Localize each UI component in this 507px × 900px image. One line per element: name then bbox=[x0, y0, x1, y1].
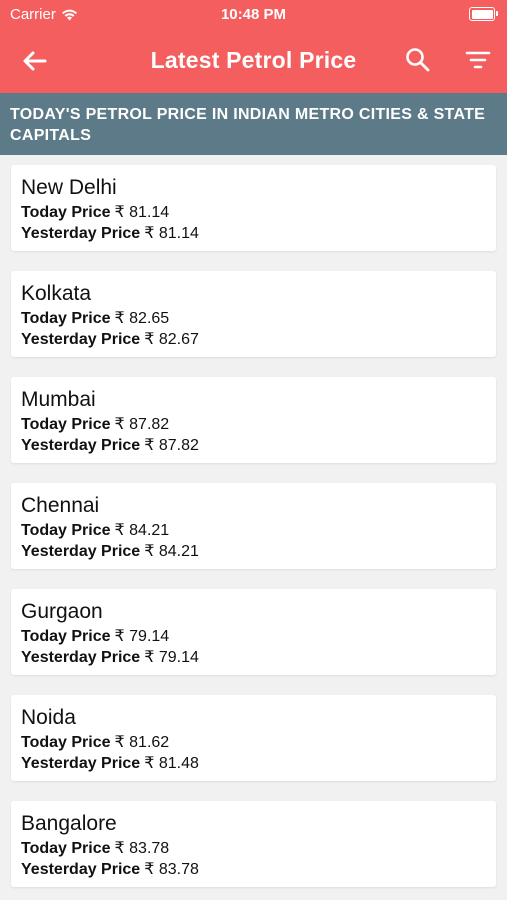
today-price-value: ₹ 79.14 bbox=[114, 628, 170, 645]
city-name: Mumbai bbox=[21, 388, 96, 411]
section-header: TODAY'S PETROL PRICE IN INDIAN METRO CIT… bbox=[0, 93, 507, 155]
status-time: 10:48 PM bbox=[220, 6, 287, 23]
today-price-row: Today Price ₹ 87.82 bbox=[21, 414, 496, 435]
today-price-label: Today Price bbox=[21, 734, 111, 751]
city-card[interactable]: Chennai Today Price ₹ 84.21 Yesterday Pri… bbox=[11, 483, 496, 569]
city-name: Chennai bbox=[21, 494, 100, 517]
today-price-row: Today Price ₹ 79.14 bbox=[21, 626, 496, 647]
yesterday-price-label: Yesterday Price bbox=[21, 437, 141, 454]
today-price-label: Today Price bbox=[21, 310, 111, 327]
city-name: New Delhi bbox=[21, 176, 117, 199]
yesterday-price-value: ₹ 81.48 bbox=[144, 755, 199, 772]
today-price-row: Today Price ₹ 84.21 bbox=[21, 520, 496, 541]
city-card[interactable]: Bangalore Today Price ₹ 83.78 Yesterday P… bbox=[11, 801, 496, 887]
yesterday-price-row: Yesterday Price ₹ 83.78 bbox=[21, 859, 496, 880]
yesterday-price-label: Yesterday Price bbox=[21, 543, 141, 560]
today-price-row: Today Price ₹ 81.14 bbox=[21, 202, 496, 223]
city-name: Noida bbox=[21, 706, 76, 729]
yesterday-price-row: Yesterday Price ₹ 87.82 bbox=[21, 435, 496, 456]
yesterday-price-label: Yesterday Price bbox=[21, 649, 141, 666]
yesterday-price-row: Yesterday Price ₹ 84.21 bbox=[21, 541, 496, 562]
today-price-row: Today Price ₹ 82.65 bbox=[21, 308, 496, 329]
today-price-label: Today Price bbox=[21, 628, 111, 645]
yesterday-price-label: Yesterday Price bbox=[21, 225, 141, 242]
filter-icon bbox=[465, 51, 491, 69]
city-card[interactable]: Gurgaon Today Price ₹ 79.14 Yesterday Pri… bbox=[11, 589, 496, 675]
yesterday-price-label: Yesterday Price bbox=[21, 331, 141, 348]
yesterday-price-value: ₹ 84.21 bbox=[144, 543, 199, 560]
today-price-value: ₹ 84.21 bbox=[114, 522, 170, 539]
yesterday-price-value: ₹ 87.82 bbox=[144, 437, 199, 454]
battery-icon bbox=[469, 7, 498, 21]
city-name: Gurgaon bbox=[21, 600, 103, 623]
today-price-row: Today Price ₹ 83.78 bbox=[21, 838, 496, 859]
city-card[interactable]: Noida Today Price ₹ 81.62 Yesterday Price… bbox=[11, 695, 496, 781]
yesterday-price-value: ₹ 81.14 bbox=[144, 225, 199, 242]
city-card[interactable]: Kolkata Today Price ₹ 82.65 Yesterday Pri… bbox=[11, 271, 496, 357]
yesterday-price-value: ₹ 79.14 bbox=[144, 649, 199, 666]
yesterday-price-row: Yesterday Price ₹ 81.14 bbox=[21, 223, 496, 244]
today-price-value: ₹ 81.62 bbox=[114, 734, 170, 751]
today-price-row: Today Price ₹ 81.62 bbox=[21, 732, 496, 753]
yesterday-price-value: ₹ 82.67 bbox=[144, 331, 199, 348]
filter-button[interactable] bbox=[464, 48, 492, 72]
city-card[interactable]: New Delhi Today Price ₹ 81.14 Yesterday P… bbox=[11, 165, 496, 251]
status-bar: Carrier 10:48 PM bbox=[0, 0, 507, 30]
yesterday-price-row: Yesterday Price ₹ 81.48 bbox=[21, 753, 496, 774]
today-price-value: ₹ 87.82 bbox=[114, 416, 170, 433]
today-price-label: Today Price bbox=[21, 416, 111, 433]
yesterday-price-label: Yesterday Price bbox=[21, 861, 141, 878]
today-price-label: Today Price bbox=[21, 204, 111, 221]
search-button[interactable] bbox=[404, 46, 432, 74]
city-name: Kolkata bbox=[21, 282, 92, 305]
today-price-value: ₹ 82.65 bbox=[114, 310, 170, 327]
today-price-value: ₹ 81.14 bbox=[114, 204, 170, 221]
yesterday-price-row: Yesterday Price ₹ 82.67 bbox=[21, 329, 496, 350]
yesterday-price-value: ₹ 83.78 bbox=[144, 861, 199, 878]
today-price-value: ₹ 83.78 bbox=[114, 840, 170, 857]
today-price-label: Today Price bbox=[21, 522, 111, 539]
city-name: Bangalore bbox=[21, 812, 117, 835]
city-card[interactable]: Mumbai Today Price ₹ 87.82 Yesterday Pric… bbox=[11, 377, 496, 463]
yesterday-price-row: Yesterday Price ₹ 79.14 bbox=[21, 647, 496, 668]
today-price-label: Today Price bbox=[21, 840, 111, 857]
nav-bar: Latest Petrol Price bbox=[0, 30, 507, 93]
search-icon bbox=[406, 48, 430, 72]
yesterday-price-label: Yesterday Price bbox=[21, 755, 141, 772]
